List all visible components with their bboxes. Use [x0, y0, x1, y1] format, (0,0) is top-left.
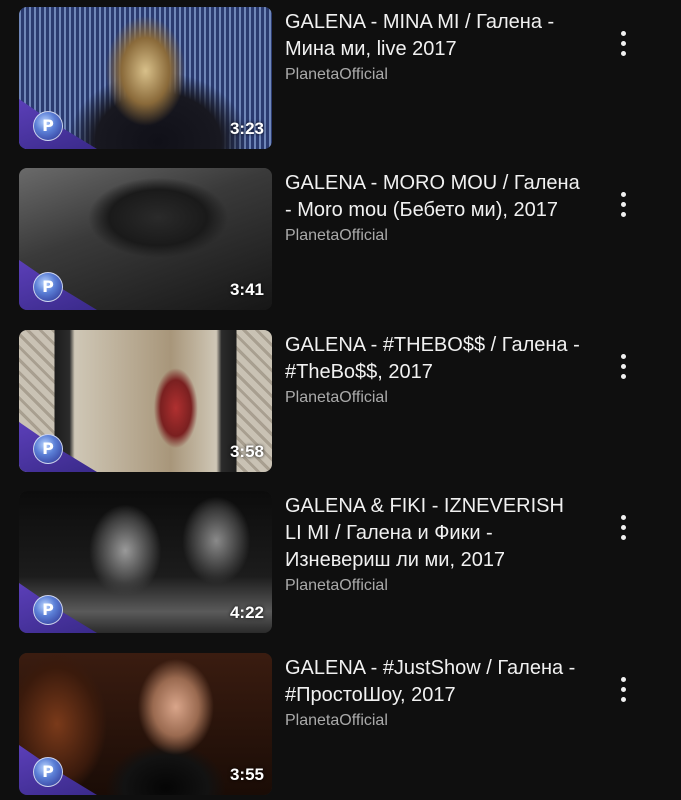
video-duration: 4:22	[229, 603, 264, 622]
video-thumbnail[interactable]: P 4:22	[19, 491, 272, 633]
video-duration: 3:58	[229, 442, 264, 461]
video-item[interactable]: P 3:41 GALENA - MORO MOU / Галена - Moro…	[0, 168, 681, 310]
video-meta: GALENA - MINA MI / Галена - Мина ми, liv…	[285, 9, 585, 86]
channel-name[interactable]: PlanetaOfficial	[285, 387, 585, 409]
channel-name[interactable]: PlanetaOfficial	[285, 225, 585, 247]
planeta-logo-icon: P	[33, 757, 63, 787]
video-duration: 3:41	[229, 280, 264, 299]
video-meta: GALENA - #JustShow / Галена - #ПростоШоу…	[285, 655, 585, 732]
video-title[interactable]: GALENA - #JustShow / Галена - #ПростоШоу…	[285, 655, 585, 709]
video-duration: 3:55	[229, 765, 264, 784]
video-item[interactable]: P 3:23 GALENA - MINA MI / Галена - Мина …	[0, 7, 681, 149]
video-thumbnail[interactable]: P 3:23	[19, 7, 272, 149]
video-thumbnail[interactable]: P 3:55	[19, 653, 272, 795]
video-title[interactable]: GALENA & FIKI - IZNEVERISH LI MI / Гален…	[285, 493, 585, 574]
video-meta: GALENA & FIKI - IZNEVERISH LI MI / Гален…	[285, 493, 585, 597]
more-vertical-icon[interactable]	[612, 190, 636, 220]
video-title[interactable]: GALENA - MORO MOU / Галена - Moro mou (Б…	[285, 170, 585, 224]
channel-name[interactable]: PlanetaOfficial	[285, 710, 585, 732]
video-title[interactable]: GALENA - MINA MI / Галена - Мина ми, liv…	[285, 9, 585, 63]
video-thumbnail[interactable]: P 3:41	[19, 168, 272, 310]
planeta-logo-icon: P	[33, 272, 63, 302]
video-title[interactable]: GALENA - #THEBO$$ / Галена - #TheBo$$, 2…	[285, 332, 585, 386]
channel-name[interactable]: PlanetaOfficial	[285, 64, 585, 86]
planeta-logo-icon: P	[33, 111, 63, 141]
more-vertical-icon[interactable]	[612, 29, 636, 59]
video-duration: 3:23	[229, 119, 264, 138]
more-vertical-icon[interactable]	[612, 675, 636, 705]
video-item[interactable]: P 4:22 GALENA & FIKI - IZNEVERISH LI MI …	[0, 491, 681, 633]
video-thumbnail[interactable]: P 3:58	[19, 330, 272, 472]
planeta-logo-icon: P	[33, 434, 63, 464]
more-vertical-icon[interactable]	[612, 513, 636, 543]
video-meta: GALENA - #THEBO$$ / Галена - #TheBo$$, 2…	[285, 332, 585, 409]
video-item[interactable]: P 3:55 GALENA - #JustShow / Галена - #Пр…	[0, 653, 681, 795]
video-meta: GALENA - MORO MOU / Галена - Moro mou (Б…	[285, 170, 585, 247]
video-item[interactable]: P 3:58 GALENA - #THEBO$$ / Галена - #The…	[0, 330, 681, 472]
more-vertical-icon[interactable]	[612, 352, 636, 382]
planeta-logo-icon: P	[33, 595, 63, 625]
channel-name[interactable]: PlanetaOfficial	[285, 575, 585, 597]
